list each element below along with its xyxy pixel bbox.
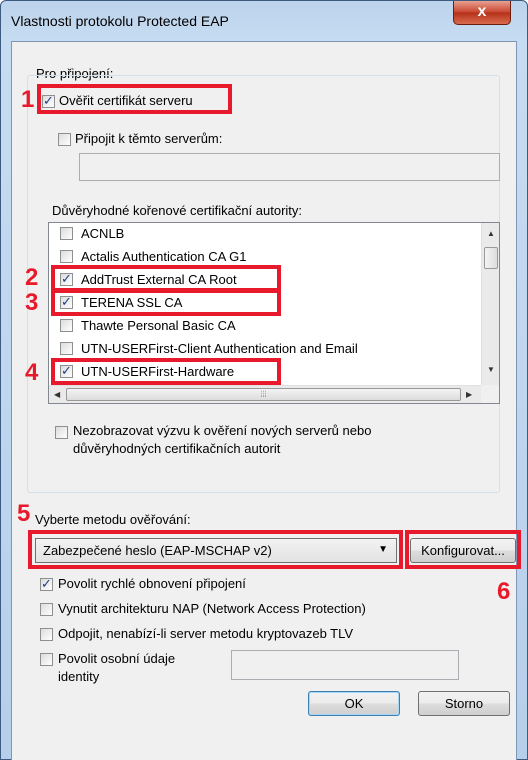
authority-label: Thawte Personal Basic CA (81, 318, 236, 333)
fast-reconnect-checkbox[interactable] (40, 576, 53, 592)
close-icon: x (477, 3, 487, 20)
no-prompt-label-line2: důvěryhodných certifikačních autorit (73, 441, 281, 456)
identity-input[interactable] (231, 650, 459, 680)
annotation-number-5: 5 (17, 500, 31, 527)
authority-checkbox[interactable] (60, 342, 73, 355)
vertical-scrollbar[interactable]: ▲ ▼ (481, 223, 499, 386)
scrollbar-corner (481, 385, 499, 403)
annotation-box-1 (37, 84, 232, 114)
vertical-scroll-thumb[interactable] (484, 247, 498, 269)
cancel-button[interactable]: Storno (418, 691, 510, 716)
tlv-checkbox[interactable] (40, 628, 53, 641)
authority-checkbox[interactable] (60, 250, 73, 263)
fast-reconnect-label: Povolit rychlé obnovení připojení (58, 576, 246, 591)
connect-servers-label: Připojit k těmto serverům: (75, 131, 223, 146)
servers-input[interactable] (79, 153, 500, 181)
annotation-number-2: 2 (25, 264, 39, 291)
nap-label: Vynutit architekturu NAP (Network Access… (58, 601, 366, 616)
scroll-down-icon[interactable]: ▼ (487, 365, 495, 374)
identity-privacy-checkbox[interactable] (40, 653, 53, 666)
horizontal-scrollbar[interactable]: ◀ ⦙⦙⦙ ▶ (49, 385, 481, 403)
scroll-up-icon[interactable]: ▲ (487, 229, 495, 238)
list-item[interactable]: UTN-USERFirst-Client Authentication and … (49, 338, 479, 360)
ok-button[interactable]: OK (308, 691, 400, 716)
no-prompt-label-line1: Nezobrazovat výzvu k ověření nových serv… (73, 423, 372, 438)
scroll-right-icon[interactable]: ▶ (466, 390, 472, 399)
authority-label: Actalis Authentication CA G1 (81, 249, 247, 264)
annotation-number-6: 6 (497, 578, 511, 605)
authority-label: UTN-USERFirst-Client Authentication and … (81, 341, 358, 356)
scroll-left-icon[interactable]: ◀ (54, 390, 60, 399)
authority-checkbox[interactable] (60, 319, 73, 332)
annotation-box-4 (51, 358, 281, 385)
authority-checkbox[interactable] (60, 227, 73, 240)
connect-servers-checkbox[interactable] (58, 133, 71, 146)
nap-checkbox[interactable] (40, 603, 53, 616)
authority-label: ACNLB (81, 226, 125, 241)
close-button[interactable]: x (453, 1, 511, 25)
annotation-number-3: 3 (25, 289, 39, 316)
tlv-label: Odpojit, nenabízí-li server metodu krypt… (58, 626, 354, 641)
identity-privacy-label-line1: Povolit osobní údaje (58, 651, 176, 666)
window-title: Vlastnosti protokolu Protected EAP (11, 13, 229, 29)
list-item[interactable]: Thawte Personal Basic CA (49, 315, 479, 337)
annotation-box-3 (51, 289, 281, 316)
identity-privacy-label-line2: identity (58, 669, 100, 684)
annotation-number-4: 4 (25, 359, 39, 386)
list-item[interactable]: ACNLB (49, 223, 479, 245)
horizontal-scroll-thumb[interactable]: ⦙⦙⦙ (66, 388, 461, 401)
annotation-box-5 (28, 530, 403, 569)
no-prompt-checkbox[interactable] (55, 426, 68, 439)
title-bar[interactable]: Vlastnosti protokolu Protected EAP x (1, 1, 527, 41)
auth-method-label: Vyberte metodu ověřování: (35, 512, 191, 527)
annotation-number-1: 1 (21, 86, 35, 113)
annotation-box-2 (51, 265, 281, 292)
trusted-authorities-label: Důvěryhodné kořenové certifikační autori… (52, 203, 303, 218)
annotation-box-6 (405, 530, 521, 569)
